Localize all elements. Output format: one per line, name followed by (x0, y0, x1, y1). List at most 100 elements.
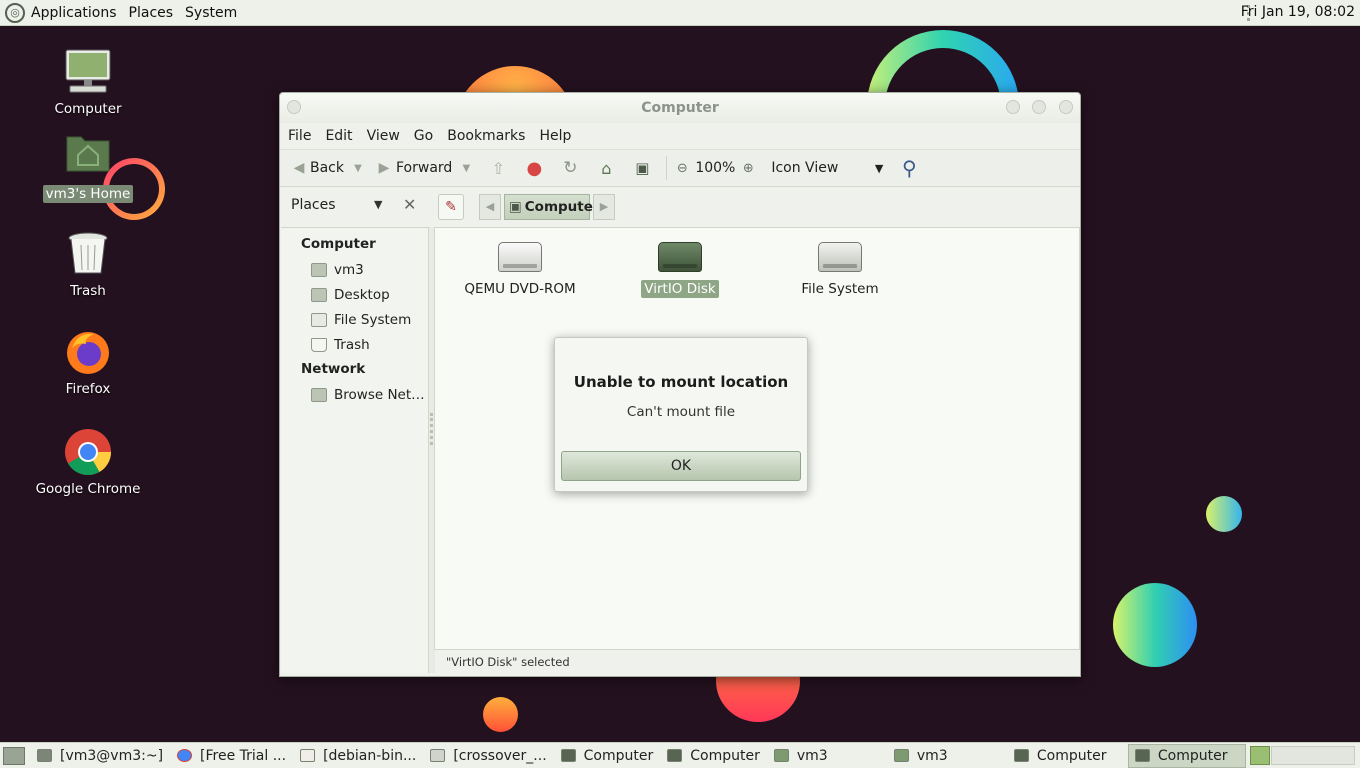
reload-icon[interactable]: ↻ (552, 158, 588, 178)
terminal-icon (37, 749, 52, 762)
desktop-icon-chrome[interactable]: Google Chrome (28, 428, 148, 498)
debian-logo-icon[interactable]: ◎ (5, 2, 25, 23)
task-computer-active[interactable]: Computer (1127, 743, 1246, 768)
wallpaper-blue-circle (1113, 583, 1197, 667)
task-text-editor[interactable]: [debian-bin... (294, 744, 422, 768)
pane-grip[interactable] (430, 413, 433, 445)
menu-view[interactable]: View (367, 128, 400, 144)
desktop-icon-firefox[interactable]: Firefox (28, 328, 148, 398)
menu-file[interactable]: File (288, 128, 311, 144)
filesystem-drive-icon (818, 242, 862, 272)
task-chrome[interactable]: [Free Trial ... (171, 744, 292, 768)
breadcrumb-left-icon[interactable]: ◀ (479, 194, 501, 220)
forward-button[interactable]: ▶ Forward ▼ (372, 160, 480, 176)
wallpaper-small-blue-circle (1206, 496, 1242, 532)
file-item-virtio-disk[interactable]: VirtIO Disk (610, 242, 750, 298)
trash-icon (311, 337, 327, 352)
back-button[interactable]: ◀ Back ▼ (288, 160, 372, 176)
forward-arrow-icon: ▶ (378, 160, 390, 176)
breadcrumb-right-icon[interactable]: ▶ (593, 194, 615, 220)
computer-icon (1013, 749, 1029, 762)
search-icon[interactable]: ⚲ (889, 156, 929, 180)
file-label: QEMU DVD-ROM (464, 281, 576, 297)
desktop-icon-label: vm3's Home (42, 185, 134, 203)
file-label: VirtIO Disk (641, 280, 719, 298)
top-panel: ◎ Applications Places System Fri Jan 19,… (0, 0, 1360, 26)
zoom-in-icon[interactable]: ⊕ (739, 161, 757, 176)
sidebar-item-browse-network[interactable]: Browse Net… (281, 382, 428, 407)
task-computer-2[interactable]: Computer (661, 744, 766, 768)
network-icon (311, 387, 327, 402)
system-menu[interactable]: System (185, 5, 237, 21)
show-desktop-icon[interactable] (3, 746, 25, 765)
home-folder-icon (311, 262, 327, 277)
close-button[interactable] (1059, 100, 1073, 114)
chevron-down-icon: ▼ (874, 161, 884, 175)
edit-location-button[interactable]: ✎ (438, 194, 464, 220)
sidebar-item-desktop[interactable]: Desktop (281, 282, 428, 307)
location-bar: Places ▼ ✕ ✎ ◀ ▣ Computer ▶ (280, 187, 1080, 227)
wallpaper-small-orange-circle (483, 697, 518, 732)
task-vm3-2[interactable]: vm3 (888, 744, 1006, 768)
window-menu-icon[interactable] (287, 100, 301, 114)
hard-disk-icon (658, 242, 702, 272)
home-icon[interactable]: ⌂ (588, 159, 624, 178)
drive-icon (311, 312, 327, 327)
up-arrow-icon[interactable]: ⇧ (480, 159, 516, 178)
sidebar-heading-computer: Computer (301, 236, 376, 252)
minimize-button[interactable] (1006, 100, 1020, 114)
workspace-2[interactable] (1271, 746, 1355, 765)
file-item-dvd-rom[interactable]: QEMU DVD-ROM (450, 242, 590, 298)
stop-icon[interactable]: ● (516, 158, 552, 179)
file-item-file-system[interactable]: File System (770, 242, 910, 298)
task-terminal[interactable]: [vm3@vm3:~] (31, 744, 169, 768)
view-mode-select[interactable]: Icon View ▼ (771, 160, 883, 176)
ok-button[interactable]: OK (561, 451, 801, 481)
menu-bookmarks[interactable]: Bookmarks (447, 128, 525, 144)
back-history-dropdown-icon[interactable]: ▼ (344, 163, 372, 174)
menu-edit[interactable]: Edit (325, 128, 352, 144)
computer-icon (560, 749, 576, 762)
workspace-1[interactable] (1250, 746, 1270, 765)
task-computer-1[interactable]: Computer (555, 744, 660, 768)
sidebar-item-file-system[interactable]: File System (281, 307, 428, 332)
chevron-down-icon[interactable]: ▼ (374, 198, 382, 211)
zoom-level: 100% (695, 160, 736, 176)
sidebar-item-vm3[interactable]: vm3 (281, 257, 428, 282)
zoom-out-icon[interactable]: ⊖ (673, 161, 691, 176)
places-menu[interactable]: Places (129, 5, 174, 21)
window-titlebar[interactable]: Computer (280, 93, 1080, 123)
computer-icon[interactable]: ▣ (624, 159, 660, 177)
dialog-message: Can't mount file (626, 404, 736, 420)
menu-go[interactable]: Go (414, 128, 433, 144)
status-bar: "VirtIO Disk" selected (446, 655, 570, 669)
forward-history-dropdown-icon[interactable]: ▼ (452, 163, 480, 174)
desktop-icon-label: Trash (70, 283, 106, 299)
trash-icon (64, 230, 112, 278)
task-package[interactable]: [crossover_... (424, 744, 552, 768)
home-folder-icon (64, 133, 112, 181)
folder-icon (893, 749, 909, 762)
desktop-icon-home[interactable]: vm3's Home (28, 133, 148, 203)
clock[interactable]: Fri Jan 19, 08:02 (1241, 4, 1355, 20)
desktop-icon-trash[interactable]: Trash (28, 230, 148, 300)
firefox-icon (64, 328, 112, 376)
menu-help[interactable]: Help (539, 128, 571, 144)
task-computer-3[interactable]: Computer (1008, 744, 1126, 768)
mount-error-dialog: Unable to mount location Can't mount fil… (554, 337, 808, 492)
maximize-button[interactable] (1032, 100, 1046, 114)
task-vm3-1[interactable]: vm3 (768, 744, 886, 768)
applications-menu[interactable]: Applications (31, 5, 117, 21)
file-label: File System (801, 281, 879, 297)
toolbar-separator (666, 156, 668, 180)
sidebar-heading-network: Network (301, 361, 366, 377)
text-editor-icon (300, 749, 316, 762)
close-pane-icon[interactable]: ✕ (403, 195, 416, 214)
desktop-icon-label: Computer (54, 101, 122, 117)
desktop-icon-computer[interactable]: Computer (28, 48, 148, 118)
sidebar-item-trash[interactable]: Trash (281, 332, 428, 357)
breadcrumb-computer[interactable]: ▣ Computer (504, 194, 600, 220)
menu-bar: File Edit View Go Bookmarks Help (280, 123, 1080, 149)
toolbar: ◀ Back ▼ ▶ Forward ▼ ⇧ ● ↻ ⌂ ▣ ⊖ 100% ⊕ … (280, 149, 1080, 187)
side-pane-select[interactable]: Places (291, 197, 336, 213)
